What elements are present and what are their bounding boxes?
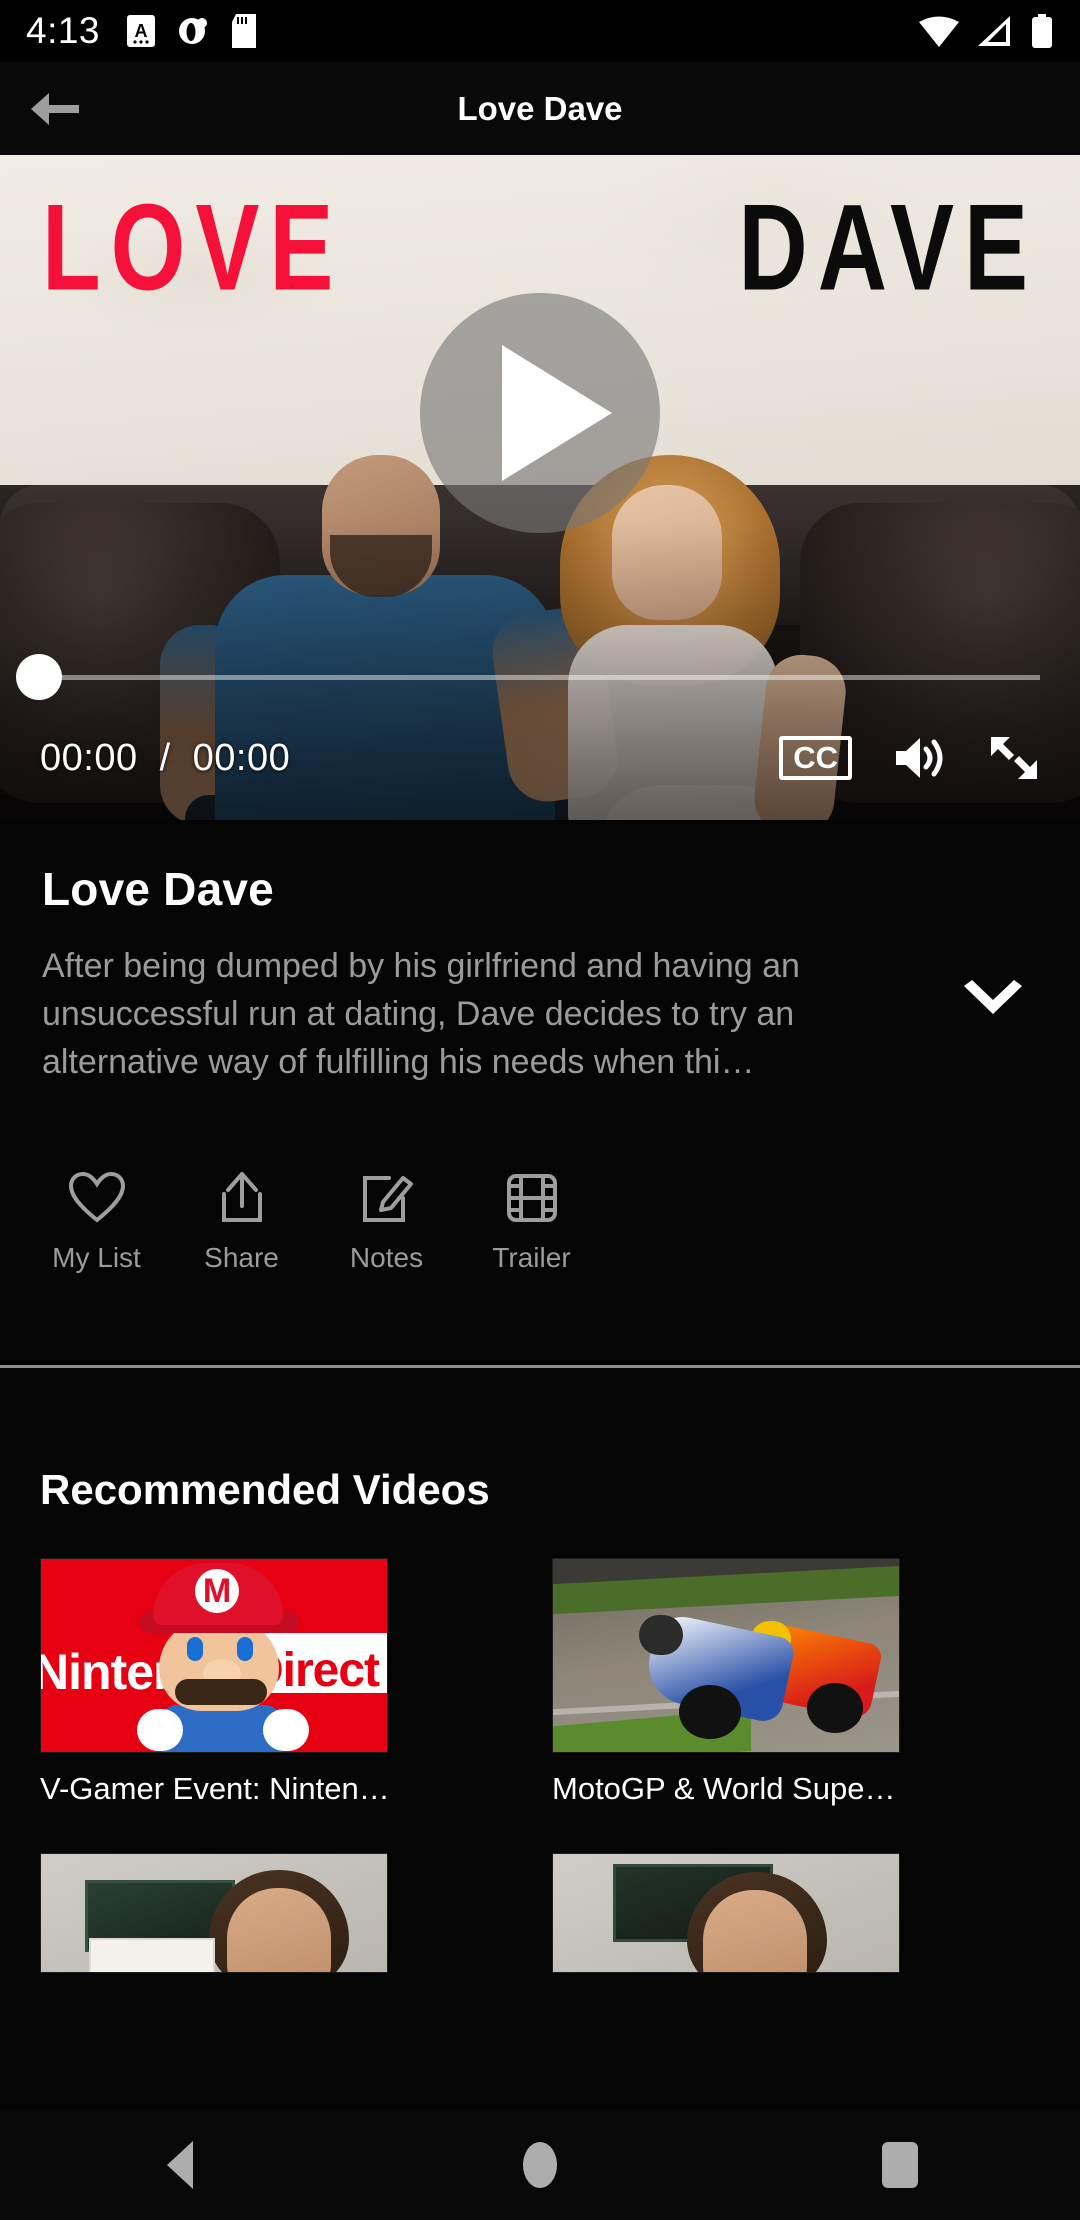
- recommended-videos-section: Recommended Videos Ninten Direct M V-Gam…: [0, 1368, 1080, 2112]
- volume-high-icon: [896, 738, 943, 778]
- status-right-icons: [918, 14, 1054, 48]
- cellular-signal-icon: [978, 16, 1010, 46]
- nav-back-button[interactable]: [90, 2110, 270, 2220]
- chevron-down-icon: [964, 980, 1022, 1014]
- status-left-icons: A: [126, 14, 257, 48]
- nav-recents-button[interactable]: [810, 2110, 990, 2220]
- list-item-label: MotoGP & World Superbike: [552, 1771, 904, 1806]
- share-label: Share: [204, 1242, 279, 1273]
- fullscreen-button[interactable]: [988, 734, 1040, 782]
- current-time: 00:00: [40, 736, 138, 779]
- svg-text:A: A: [135, 21, 148, 41]
- my-list-button[interactable]: My List: [24, 1170, 169, 1274]
- recommended-grid-row-2: [40, 1853, 1040, 1973]
- battery-icon: [1032, 14, 1052, 48]
- recommended-heading: Recommended Videos: [40, 1466, 490, 1513]
- nav-back-icon: [167, 2141, 193, 2189]
- recommended-grid-row-1: Ninten Direct M V-Gamer Event: Nintendo …: [40, 1558, 1040, 1807]
- app-badge-icon: [179, 18, 208, 44]
- progress-thumb[interactable]: [16, 654, 62, 700]
- back-button[interactable]: [0, 62, 110, 155]
- play-icon: [502, 344, 612, 481]
- total-time: 00:00: [192, 736, 291, 779]
- time-display: 00:00 / 00:00: [40, 737, 290, 780]
- app-bar: Love Dave: [0, 62, 1080, 155]
- nintendo-direct-mario-thumbnail: Ninten Direct M: [40, 1558, 388, 1753]
- screenshot-a-icon: A: [127, 15, 156, 47]
- nav-home-button[interactable]: [450, 2110, 630, 2220]
- closed-captions-button[interactable]: CC: [779, 735, 852, 781]
- video-info-section: Love Dave After being dumped by his girl…: [0, 820, 1080, 1365]
- description-row: After being dumped by his girlfriend and…: [42, 942, 1038, 1086]
- nav-home-icon: [523, 2142, 557, 2188]
- list-item[interactable]: [552, 1853, 1040, 1973]
- nav-recents-icon: [882, 2142, 918, 2188]
- expand-description-button[interactable]: [948, 980, 1038, 1024]
- action-buttons-row: My List Share Notes Trailer: [24, 1170, 604, 1274]
- volume-button[interactable]: [892, 734, 948, 782]
- progress-track: [40, 674, 1040, 680]
- list-item[interactable]: MotoGP & World Superbike: [552, 1558, 1040, 1807]
- video-description: After being dumped by his girlfriend and…: [42, 947, 800, 1081]
- play-circle: [420, 292, 660, 533]
- notes-button[interactable]: Notes: [314, 1170, 459, 1274]
- notes-label: Notes: [349, 1242, 424, 1273]
- share-upload-icon: [221, 1172, 262, 1222]
- woman-dollar-bill-thumbnail-1: [40, 1853, 388, 1973]
- woman-dollar-bill-thumbnail-2: [552, 1853, 900, 1973]
- video-title: Love Dave: [42, 863, 274, 915]
- heart-icon: [68, 1171, 125, 1223]
- time-separator: /: [159, 736, 171, 779]
- fullscreen-expand-icon: [991, 737, 1037, 779]
- my-list-label: My List: [52, 1242, 141, 1273]
- edit-pencil-icon: [362, 1176, 413, 1222]
- trailer-button[interactable]: Trailer: [459, 1170, 604, 1274]
- status-clock: 4:13: [26, 10, 101, 51]
- sd-card-icon: [232, 14, 257, 48]
- android-navigation-bar: [0, 2110, 1080, 2220]
- motogp-racing-thumbnail: [552, 1558, 900, 1753]
- list-item[interactable]: [40, 1853, 528, 1973]
- wifi-icon: [919, 16, 959, 47]
- film-strip-icon: [506, 1174, 557, 1222]
- player-right-controls: CC: [779, 734, 1040, 782]
- list-item[interactable]: Ninten Direct M V-Gamer Event: Nintendo …: [40, 1558, 528, 1807]
- progress-slider[interactable]: [0, 654, 1080, 700]
- list-item-label: V-Gamer Event: Nintendo Direct…: [40, 1771, 392, 1806]
- trailer-label: Trailer: [492, 1242, 571, 1273]
- share-button[interactable]: Share: [169, 1170, 314, 1274]
- page-title: Love Dave: [457, 89, 623, 127]
- status-bar: 4:13 A: [0, 0, 1080, 62]
- player-controls-row: 00:00 / 00:00 CC: [0, 716, 1080, 800]
- arrow-left-icon: [31, 92, 79, 125]
- video-player[interactable]: LOVE DAVE 00:00 / 00:00: [0, 155, 1080, 820]
